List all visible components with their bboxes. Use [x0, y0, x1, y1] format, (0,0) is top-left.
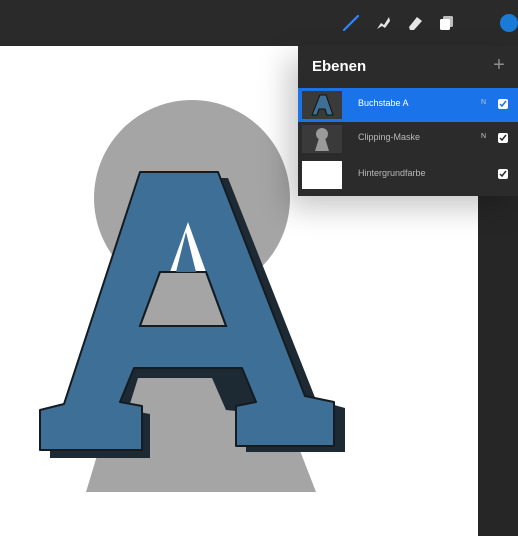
layer-thumbnail: [302, 161, 342, 189]
layers-title: Ebenen: [312, 58, 367, 75]
layer-row-buchstabe-a[interactable]: Buchstabe A N: [298, 88, 518, 122]
blend-mode-button[interactable]: N: [481, 99, 486, 106]
color-picker-icon[interactable]: [498, 12, 518, 34]
layer-name: Clipping-Maske: [358, 132, 421, 142]
layers-panel: Ebenen + Buchstabe A N Clipping-Maske N: [298, 46, 518, 196]
layers-header: Ebenen +: [298, 46, 518, 86]
brush-icon[interactable]: [340, 12, 362, 34]
smudge-icon[interactable]: [372, 12, 394, 34]
visibility-checkbox[interactable]: [498, 99, 508, 109]
layer-row-hintergrundfarbe[interactable]: Hintergrundfarbe: [298, 158, 518, 192]
layers-icon[interactable]: [436, 12, 458, 34]
top-toolbar: [0, 0, 518, 46]
layer-row-clipping-maske[interactable]: Clipping-Maske N: [298, 122, 518, 156]
add-layer-button[interactable]: +: [488, 54, 510, 76]
layer-thumbnail: [302, 125, 342, 153]
visibility-checkbox[interactable]: [498, 169, 508, 179]
eraser-icon[interactable]: [404, 12, 426, 34]
layer-thumbnail: [302, 91, 342, 119]
visibility-checkbox[interactable]: [498, 133, 508, 143]
layer-name: Buchstabe A: [358, 98, 409, 108]
blend-mode-button[interactable]: N: [481, 133, 486, 140]
layer-name: Hintergrundfarbe: [358, 168, 426, 178]
